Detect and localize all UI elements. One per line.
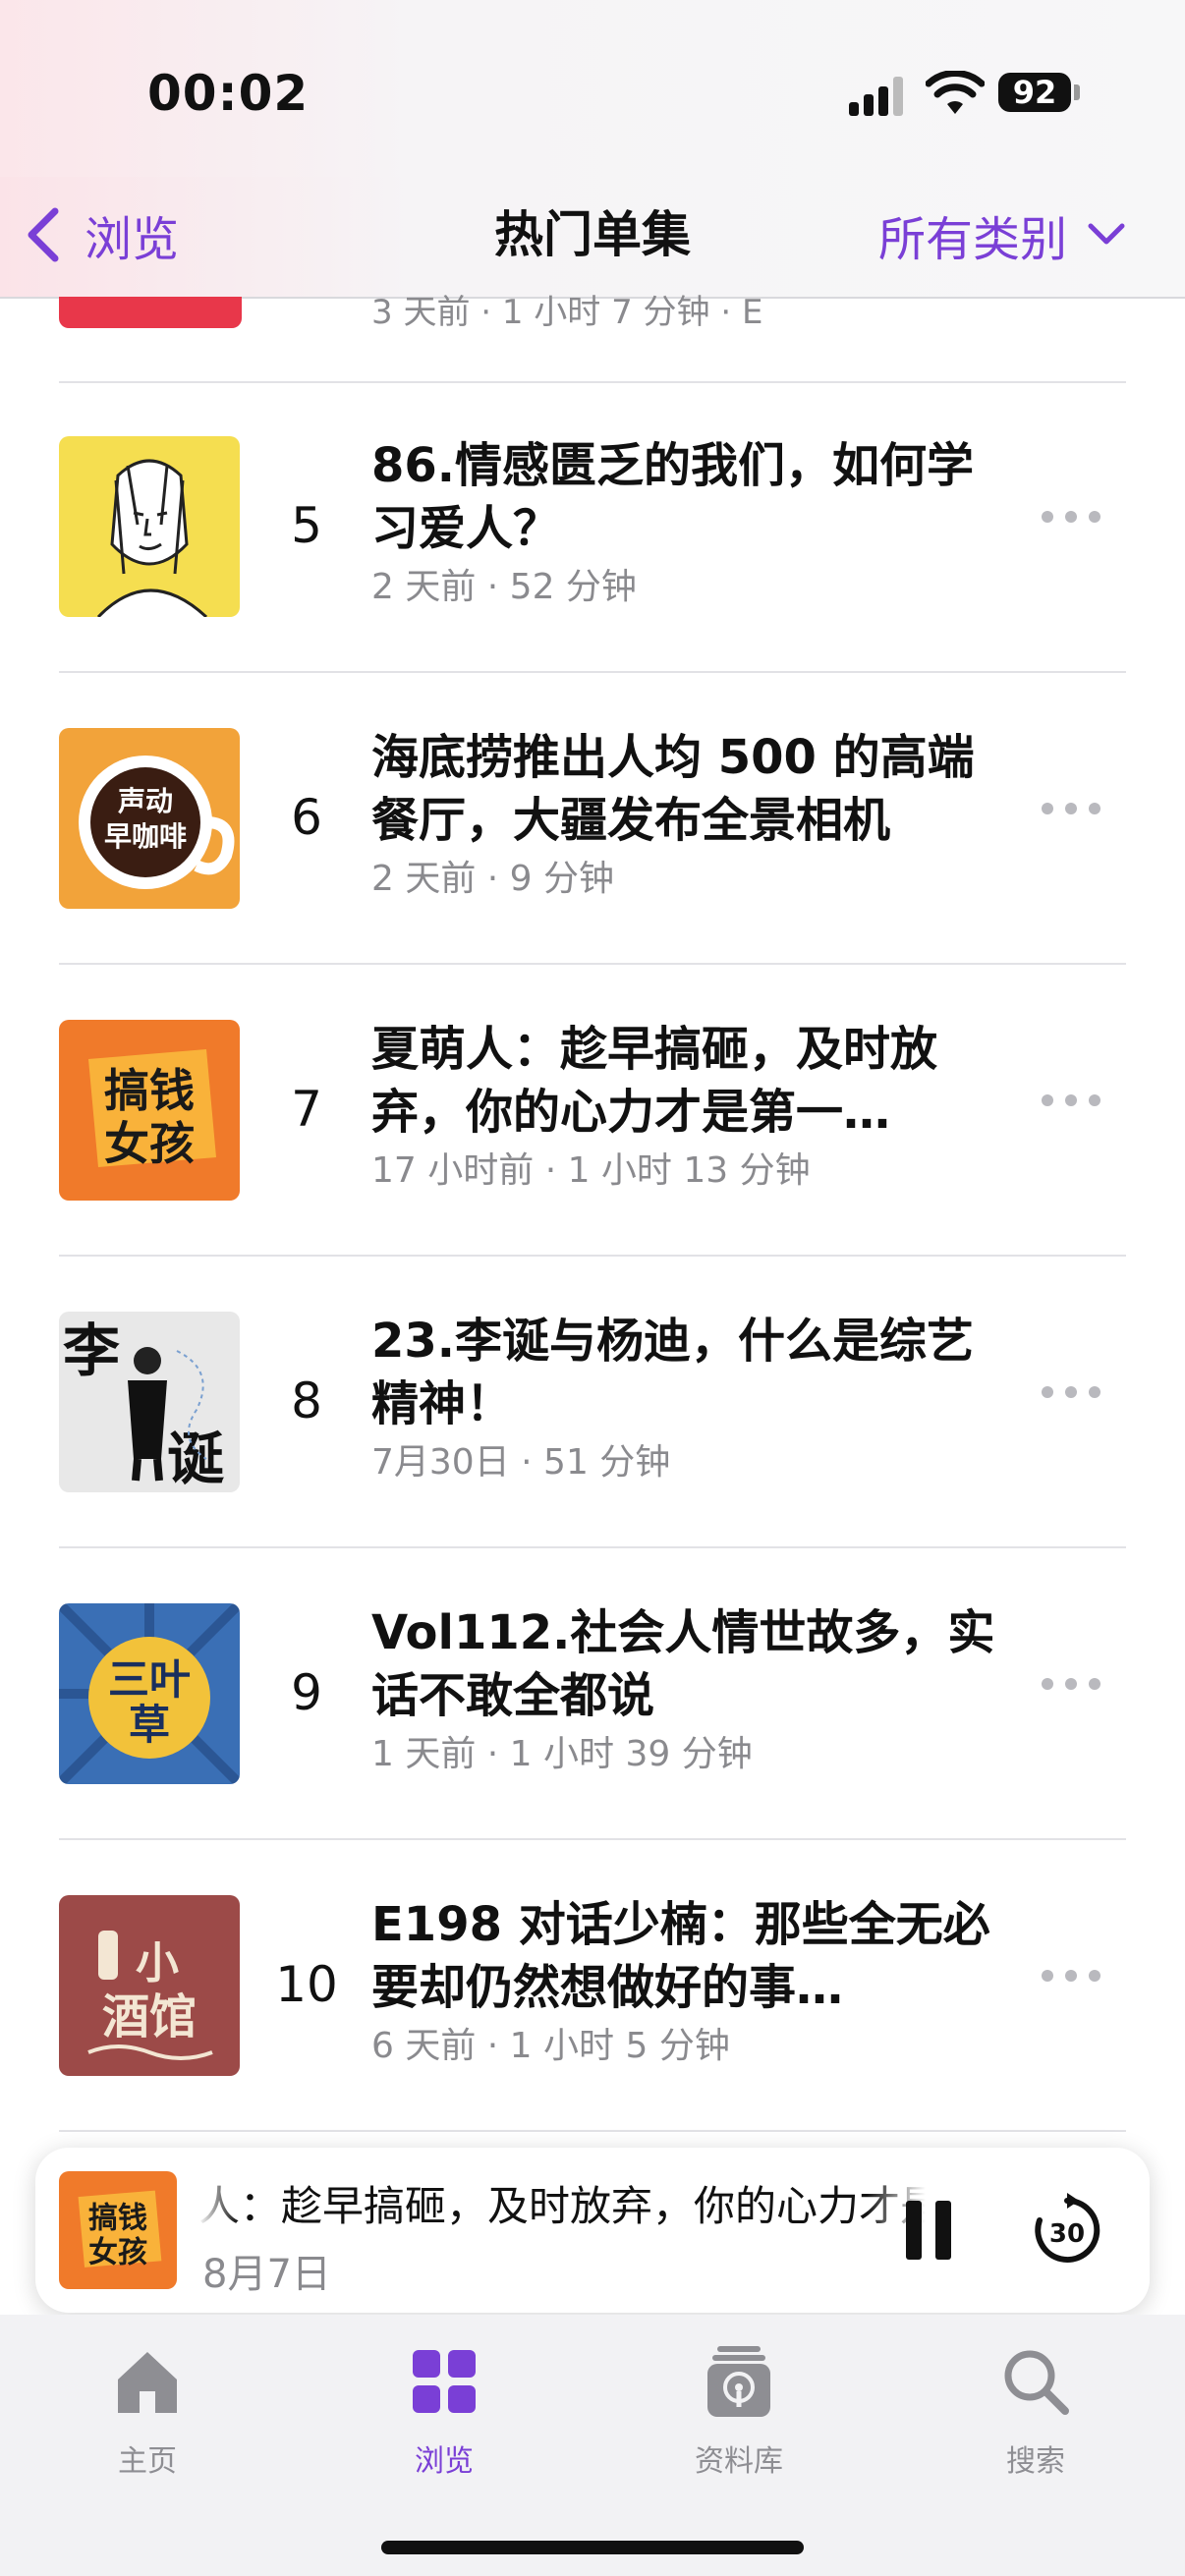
list-item[interactable]: 声动 早咖啡 6 海底捞推出人均 500 的高端餐厅，大疆发布全景相机 2 天前… (0, 673, 1185, 965)
svg-text:早咖啡: 早咖啡 (104, 820, 187, 853)
episode-rank: 9 (291, 1664, 322, 1721)
home-icon (118, 2352, 177, 2413)
episode-title: 86.情感匮乏的我们，如何学习爱人？ (371, 438, 975, 556)
tab-browse-label: 浏览 (415, 2444, 474, 2479)
episode-title: 海底捞推出人均 500 的高端餐厅，大疆发布全景相机 (371, 730, 975, 848)
tab-home-label: 主页 (118, 2444, 177, 2479)
episode-artwork: 搞钱 女孩 (59, 1020, 240, 1201)
episode-rank: 8 (291, 1372, 322, 1429)
cellular-signal-icon (849, 77, 908, 116)
svg-text:诞: 诞 (167, 1426, 224, 1492)
list-item[interactable]: 李 诞 8 23.李诞与杨迪，什么是综艺精神！ 7月30日 · 51 分钟 (0, 1257, 1185, 1548)
svg-text:女孩: 女孩 (88, 2236, 147, 2270)
chevron-down-icon (1088, 223, 1125, 245)
tab-search[interactable]: 搜索 (937, 2344, 1134, 2480)
episode-meta: 17 小时前 · 1 小时 13 分钟 (371, 1150, 811, 1191)
episode-meta: 2 天前 · 9 分钟 (371, 859, 615, 899)
episode-meta: 2 天前 · 52 分钟 (371, 567, 637, 607)
divider (59, 2130, 1126, 2132)
svg-text:女孩: 女孩 (104, 1117, 195, 1170)
status-time: 00:02 (147, 65, 310, 122)
tab-browse[interactable]: 浏览 (346, 2344, 542, 2480)
list-item[interactable]: 三叶 草 9 Vol112.社会人情世故多，实话不敢全都说 1 天前 · 1 小… (0, 1548, 1185, 1840)
status-bar: 00:02 92 (0, 0, 1185, 177)
episode-meta: 6 天前 · 1 小时 5 分钟 (371, 2026, 730, 2066)
episode-rank: 5 (291, 497, 322, 554)
tab-search-label: 搜索 (1006, 2444, 1065, 2479)
home-indicator[interactable] (381, 2541, 804, 2554)
episode-meta: 3 天前 · 1 小时 7 分钟 · E (371, 293, 763, 332)
library-icon (707, 2346, 770, 2417)
svg-text:搞钱: 搞钱 (104, 1064, 195, 1117)
skip-forward-30-icon: 30 (1035, 2193, 1100, 2263)
battery-tip (1074, 84, 1080, 100)
more-options-icon[interactable] (1042, 1091, 1100, 1110)
svg-text:搞钱: 搞钱 (88, 2201, 147, 2235)
more-options-icon[interactable] (1042, 1966, 1100, 1986)
tab-bar: 主页 浏览 资料库 搜索 (0, 2315, 1185, 2576)
svg-text:酒馆: 酒馆 (102, 1989, 197, 2044)
category-dropdown[interactable]: 所有类别 (878, 200, 1126, 269)
svg-text:三叶: 三叶 (108, 1655, 191, 1704)
episode-artwork (59, 436, 240, 617)
battery-indicator: 92 (998, 73, 1071, 112)
svg-text:草: 草 (129, 1701, 170, 1749)
episode-meta: 1 天前 · 1 小时 39 分钟 (371, 1734, 753, 1774)
now-playing-title: 人：趁早搞砸，及时放弃，你的心力才是第一 (198, 2182, 926, 2230)
list-item[interactable]: 5 86.情感匮乏的我们，如何学习爱人？ 2 天前 · 52 分钟 (0, 381, 1185, 673)
episode-title: Vol112.社会人情世故多，实话不敢全都说 (371, 1605, 995, 1723)
tab-library[interactable]: 资料库 (641, 2344, 837, 2480)
now-playing-date: 8月7日 (202, 2252, 331, 2297)
more-options-icon[interactable] (1042, 1674, 1100, 1694)
list-item[interactable]: 小 酒馆 10 E198 对话少楠：那些全无必要却仍然想做好的事… 6 天前 ·… (0, 1840, 1185, 2132)
tab-home[interactable]: 主页 (49, 2344, 246, 2480)
episode-artwork: 三叶 草 (59, 1603, 240, 1784)
more-options-icon[interactable] (1042, 799, 1100, 818)
episode-artwork (59, 297, 242, 328)
episode-artwork: 声动 早咖啡 (59, 728, 240, 909)
skip-forward-button[interactable]: 30 (1028, 2191, 1106, 2269)
episode-title: 夏萌人：趁早搞砸，及时放弃，你的心力才是第一… (371, 1022, 938, 1140)
tab-library-label: 资料库 (695, 2444, 783, 2479)
svg-text:声动: 声动 (118, 785, 173, 817)
episode-artwork: 李 诞 (59, 1312, 240, 1492)
episode-title: E198 对话少楠：那些全无必要却仍然想做好的事… (371, 1897, 990, 2015)
svg-text:30: 30 (1049, 2219, 1085, 2249)
wifi-icon (926, 71, 985, 114)
episode-meta: 7月30日 · 51 分钟 (371, 1442, 671, 1483)
now-playing-artwork: 搞钱 女孩 (59, 2171, 177, 2289)
list-item[interactable]: 搞钱 女孩 7 夏萌人：趁早搞砸，及时放弃，你的心力才是第一… 17 小时前 ·… (0, 965, 1185, 1257)
episode-artwork: 小 酒馆 (59, 1895, 240, 2076)
mini-player[interactable]: 搞钱 女孩 人：趁早搞砸，及时放弃，你的心力才是第一 8月7日 30 (35, 2148, 1150, 2313)
pause-button[interactable] (906, 2201, 953, 2260)
episode-rank: 10 (275, 1956, 338, 2013)
category-dropdown-label: 所有类别 (877, 212, 1067, 267)
svg-text:李: 李 (63, 1317, 120, 1384)
list-item-partial[interactable]: 3 天前 · 1 小时 7 分钟 · E (0, 293, 1185, 383)
episode-rank: 6 (291, 789, 322, 846)
grid-icon (413, 2350, 476, 2413)
more-options-icon[interactable] (1042, 1382, 1100, 1402)
more-options-icon[interactable] (1042, 507, 1100, 527)
svg-text:小: 小 (136, 1938, 179, 1988)
episode-title: 23.李诞与杨迪，什么是综艺精神！ (371, 1314, 975, 1431)
search-icon (1004, 2350, 1069, 2415)
episode-rank: 7 (291, 1081, 322, 1138)
navigation-bar: 浏览 热门单集 所有类别 (0, 177, 1185, 299)
